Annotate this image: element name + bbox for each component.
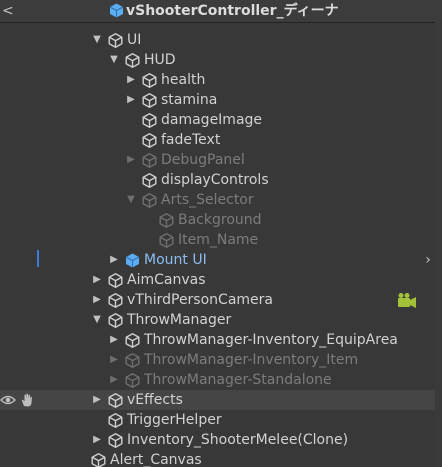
tree-row[interactable]: ▶ ThrowManager-Inventory_Item [0, 350, 435, 370]
tree-row-label: Background [178, 212, 262, 228]
game-object-cube-icon [142, 93, 157, 108]
game-object-cube-icon [142, 153, 157, 168]
tree-row-label: DebugPanel [161, 152, 245, 168]
tree-row-label: Inventory_ShooterMelee(Clone) [127, 432, 349, 448]
back-arrow-icon[interactable]: < [2, 1, 16, 21]
expand-arrow-right-icon[interactable]: ▶ [125, 70, 137, 90]
tree-row-label: ThrowManager-Inventory_Item [144, 352, 359, 368]
tree-row-label: Item_Name [178, 232, 259, 248]
expand-arrow-down-icon[interactable]: ▼ [108, 50, 120, 70]
game-object-cube-icon [142, 173, 157, 188]
tree-row-label: Alert_Canvas [110, 452, 202, 467]
tree-row[interactable]: Alert_Canvas [0, 450, 435, 467]
tree-row-label: displayControls [161, 172, 269, 188]
prefab-root-cube-icon [109, 3, 124, 18]
tree-row[interactable]: ▶ stamina [0, 90, 435, 110]
expand-arrow-right-icon[interactable]: ▶ [91, 430, 103, 450]
expand-arrow-right-icon[interactable]: ▶ [91, 390, 103, 410]
expand-arrow-right-icon[interactable]: ▶ [125, 90, 137, 110]
prefab-cube-icon [125, 253, 140, 268]
game-object-cube-icon [108, 33, 123, 48]
expand-arrow-down-icon[interactable]: ▼ [91, 310, 103, 330]
game-object-cube-icon [108, 413, 123, 428]
expand-arrow-right-icon[interactable]: ▶ [91, 290, 103, 310]
game-object-cube-icon [142, 193, 157, 208]
tree-row[interactable]: displayControls [0, 170, 435, 190]
tree-row-label: Mount UI [144, 252, 207, 268]
game-object-cube-icon [159, 233, 174, 248]
tree-row[interactable]: ▶ AimCanvas [0, 270, 435, 290]
tree-row-label: vEffects [127, 392, 183, 408]
camera-icon [398, 293, 416, 308]
tree-row[interactable]: ▶ ThrowManager-Inventory_EquipArea [0, 330, 435, 350]
game-object-cube-icon [142, 73, 157, 88]
expand-arrow-right-icon[interactable]: ▶ [108, 370, 120, 390]
tree-row-label: TriggerHelper [127, 412, 222, 428]
prefab-mode-header: < vShooterController_ディーナ [0, 0, 442, 23]
tree-row-label: ThrowManager [127, 312, 232, 328]
tree-row[interactable]: ▶ Mount UI › [0, 250, 435, 270]
tree-row[interactable]: ▼ Arts_Selector [0, 190, 435, 210]
prefab-title: vShooterController_ディーナ [126, 3, 339, 19]
tree-row[interactable]: damageImage [0, 110, 435, 130]
tree-row-label: UI [127, 32, 142, 48]
game-object-cube-icon [125, 53, 140, 68]
open-prefab-chevron-icon[interactable]: › [421, 250, 435, 270]
expand-arrow-right-icon[interactable]: ▶ [108, 350, 120, 370]
tree-row-label: ThrowManager-Inventory_EquipArea [144, 332, 398, 348]
game-object-cube-icon [125, 353, 140, 368]
tree-row[interactable]: fadeText [0, 130, 435, 150]
game-object-cube-icon [91, 453, 106, 467]
tree-row-label: health [161, 72, 206, 88]
tree-row-label: HUD [144, 52, 176, 68]
vertical-scrollbar[interactable] [435, 22, 442, 467]
hierarchy-window: < vShooterController_ディーナ ▼ UI ▼ HUD ▶ health… [0, 0, 442, 467]
tree-row[interactable]: ▼ HUD [0, 50, 435, 70]
game-object-cube-icon [108, 313, 123, 328]
tree-row[interactable]: Background [0, 210, 435, 230]
tree-row[interactable]: ▼ UI [0, 30, 435, 50]
game-object-cube-icon [125, 333, 140, 348]
game-object-cube-icon [108, 393, 123, 408]
game-object-cube-icon [108, 433, 123, 448]
hand-icon[interactable] [19, 392, 35, 408]
game-object-cube-icon [142, 113, 157, 128]
tree-row[interactable]: ▶ DebugPanel [0, 150, 435, 170]
game-object-cube-icon [142, 133, 157, 148]
tree-row-label: fadeText [161, 132, 221, 148]
tree-row-label: damageImage [161, 112, 263, 128]
tree-row[interactable]: ▶ vThirdPersonCamera [0, 290, 435, 310]
tree-row[interactable]: ▶ health [0, 70, 435, 90]
expand-arrow-down-icon[interactable]: ▼ [125, 190, 137, 210]
tree-row[interactable]: ▼ ThrowManager [0, 310, 435, 330]
game-object-cube-icon [125, 373, 140, 388]
game-object-cube-icon [108, 273, 123, 288]
tree-row-label: ThrowManager-Standalone [144, 372, 332, 388]
tree-row[interactable]: TriggerHelper [0, 410, 435, 430]
tree-row[interactable]: Item_Name [0, 230, 435, 250]
tree-row-label: Arts_Selector [161, 192, 254, 208]
tree-row[interactable]: ▶ ThrowManager-Standalone [0, 370, 435, 390]
eye-icon[interactable] [0, 394, 16, 406]
tree-row-label: AimCanvas [127, 272, 206, 288]
expand-arrow-right-icon[interactable]: ▶ [91, 270, 103, 290]
expand-arrow-right-icon[interactable]: ▶ [108, 250, 120, 270]
expand-arrow-right-icon[interactable]: ▶ [108, 330, 120, 350]
expand-arrow-down-icon[interactable]: ▼ [91, 30, 103, 50]
tree-row[interactable]: ▶ Inventory_ShooterMelee(Clone) [0, 430, 435, 450]
expand-arrow-right-icon[interactable]: ▶ [125, 150, 137, 170]
game-object-cube-icon [159, 213, 174, 228]
game-object-cube-icon [108, 293, 123, 308]
tree-row-label: vThirdPersonCamera [127, 292, 273, 308]
tree-row[interactable]: ▶ vEffects [0, 390, 435, 410]
tree-row-label: stamina [161, 92, 218, 108]
